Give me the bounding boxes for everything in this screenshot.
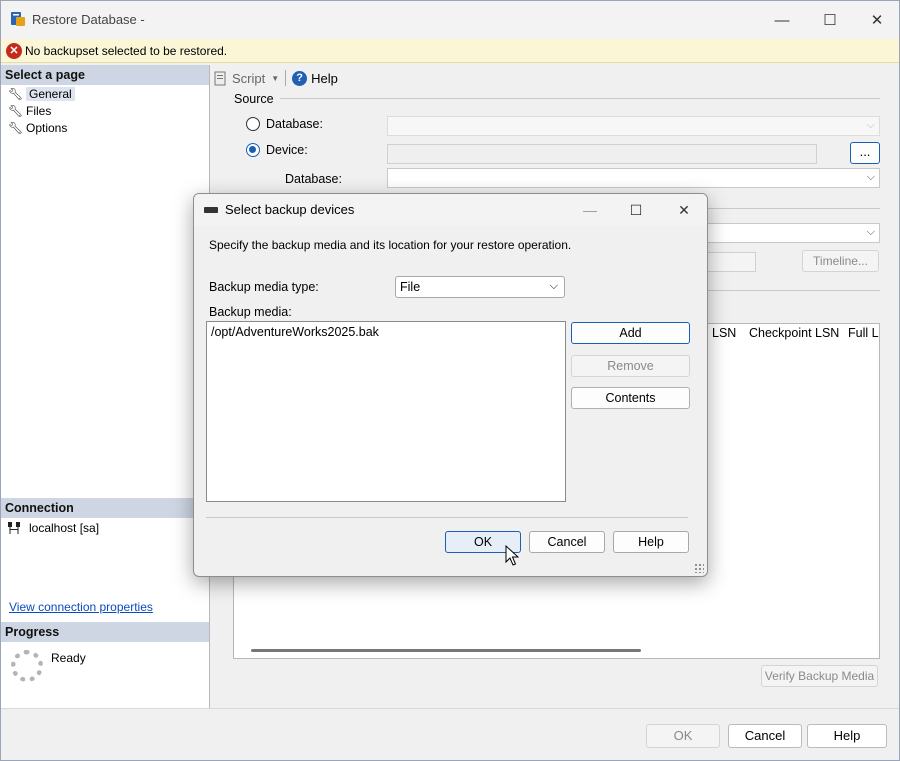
help-label: Help bbox=[311, 70, 338, 86]
destination-database-combo[interactable]: ⌵ bbox=[707, 223, 880, 243]
backup-media-type-label: Backup media type: bbox=[209, 280, 319, 294]
database-radio-label: Database: bbox=[266, 117, 323, 131]
grid-horizontal-scrollbar[interactable] bbox=[251, 649, 641, 652]
dialog-titlebar: Select backup devices — ☐ ✕ bbox=[194, 194, 707, 226]
page-options-label: Options bbox=[26, 121, 68, 135]
source-group-line bbox=[233, 98, 880, 99]
device-radio-circle[interactable] bbox=[246, 143, 260, 157]
cancel-button[interactable]: Cancel bbox=[728, 724, 802, 748]
contents-button[interactable]: Contents bbox=[571, 387, 690, 409]
view-connection-properties-link[interactable]: View connection properties bbox=[9, 600, 153, 614]
resize-grip-icon[interactable] bbox=[694, 563, 704, 573]
source-database-label: Database: bbox=[285, 172, 342, 186]
wrench-icon: 🔧︎ bbox=[8, 87, 24, 101]
error-infobar: ✕ No backupset selected to be restored. bbox=[1, 39, 899, 63]
timeline-button: Timeline... bbox=[802, 250, 879, 272]
help-toolbar-button[interactable]: ? Help bbox=[292, 70, 338, 86]
list-item[interactable]: /opt/AdventureWorks2025.bak bbox=[211, 325, 379, 339]
grid-col-full-lsn: Full LS bbox=[848, 326, 879, 340]
help-icon: ? bbox=[292, 70, 308, 86]
close-button[interactable]: ✕ bbox=[854, 1, 900, 39]
dialog-help-button[interactable]: Help bbox=[613, 531, 689, 553]
toolbar-separator bbox=[285, 70, 287, 86]
connection-value: localhost [sa] bbox=[29, 521, 100, 535]
app-db-icon bbox=[11, 12, 25, 26]
minimize-button[interactable]: — bbox=[759, 1, 805, 39]
page-options[interactable]: 🔧︎ Options bbox=[8, 120, 67, 136]
device-radio-label: Device: bbox=[266, 143, 308, 157]
dialog-maximize-button[interactable]: ☐ bbox=[613, 194, 659, 226]
page-general[interactable]: 🔧︎ General bbox=[8, 86, 75, 102]
restore-to-textbox bbox=[707, 252, 756, 272]
destination-group-line bbox=[707, 208, 880, 209]
source-group-label: Source bbox=[234, 92, 280, 106]
connection-icon bbox=[8, 522, 20, 534]
page-general-label: General bbox=[26, 87, 75, 101]
script-label: Script bbox=[232, 70, 266, 86]
infobar-message: No backupset selected to be restored. bbox=[25, 44, 228, 58]
connection-header: Connection bbox=[1, 498, 209, 518]
add-button[interactable]: Add bbox=[571, 322, 690, 344]
backup-media-list[interactable]: /opt/AdventureWorks2025.bak bbox=[206, 321, 566, 502]
backup-media-type-value: File bbox=[400, 280, 421, 294]
page-files-label: Files bbox=[26, 104, 52, 118]
database-radio-circle[interactable] bbox=[246, 117, 260, 131]
backup-media-type-combo[interactable]: File ⌵ bbox=[395, 276, 565, 298]
dialog-close-button[interactable]: ✕ bbox=[661, 194, 707, 226]
help-button[interactable]: Help bbox=[807, 724, 887, 748]
left-pane: Select a page 🔧︎ General 🔧︎ Files 🔧︎ Opt… bbox=[1, 65, 210, 709]
chevron-down-icon: ⌵ bbox=[866, 119, 875, 131]
script-button[interactable]: Script ▼ bbox=[213, 71, 279, 86]
progress-header: Progress bbox=[1, 622, 209, 642]
device-path-textbox bbox=[387, 144, 817, 164]
script-icon bbox=[214, 71, 226, 85]
grid-col-checkpoint-lsn: Checkpoint LSN bbox=[749, 326, 840, 340]
device-radio[interactable]: Device: bbox=[246, 143, 308, 157]
connection-item: localhost [sa] bbox=[7, 521, 99, 535]
dialog-minimize-button: — bbox=[583, 202, 597, 218]
dialog-description: Specify the backup media and its locatio… bbox=[209, 238, 572, 252]
dialog-separator bbox=[206, 517, 688, 518]
restore-plan-group-line bbox=[707, 290, 880, 291]
toolbar: Script ▼ ? Help bbox=[213, 67, 338, 89]
wrench-icon: 🔧︎ bbox=[8, 121, 24, 135]
backup-media-label: Backup media: bbox=[209, 305, 292, 319]
maximize-button[interactable]: ☐ bbox=[807, 1, 853, 39]
script-dropdown-icon[interactable]: ▼ bbox=[271, 74, 279, 83]
footer-separator bbox=[1, 708, 899, 709]
grid-col-lsn: LSN bbox=[712, 326, 737, 340]
progress-spinner-icon bbox=[11, 650, 43, 682]
ok-button[interactable]: OK bbox=[646, 724, 720, 748]
progress-status: Ready bbox=[51, 651, 86, 665]
window-titlebar: Restore Database - — ☐ ✕ bbox=[1, 1, 899, 39]
chevron-down-icon: ⌵ bbox=[549, 280, 558, 292]
dialog-device-icon bbox=[204, 207, 218, 213]
select-backup-devices-dialog: Select backup devices — ☐ ✕ Specify the … bbox=[193, 193, 708, 577]
chevron-down-icon: ⌵ bbox=[866, 226, 875, 238]
verify-backup-media-button: Verify Backup Media bbox=[761, 665, 878, 687]
wrench-icon: 🔧︎ bbox=[8, 104, 24, 118]
dialog-cancel-button[interactable]: Cancel bbox=[529, 531, 605, 553]
dialog-title: Select backup devices bbox=[225, 202, 355, 217]
select-page-header: Select a page bbox=[1, 65, 209, 85]
database-radio[interactable]: Database: bbox=[246, 117, 323, 131]
source-device-database-combo[interactable]: ⌵ bbox=[387, 168, 880, 188]
mouse-cursor-icon bbox=[505, 545, 519, 566]
source-database-combo: ⌵ bbox=[387, 116, 880, 136]
remove-button: Remove bbox=[571, 355, 690, 377]
page-files[interactable]: 🔧︎ Files bbox=[8, 103, 51, 119]
window-title: Restore Database - bbox=[32, 12, 145, 27]
error-icon: ✕ bbox=[6, 43, 22, 59]
device-browse-button[interactable]: ... bbox=[850, 142, 880, 164]
chevron-down-icon: ⌵ bbox=[866, 171, 875, 183]
